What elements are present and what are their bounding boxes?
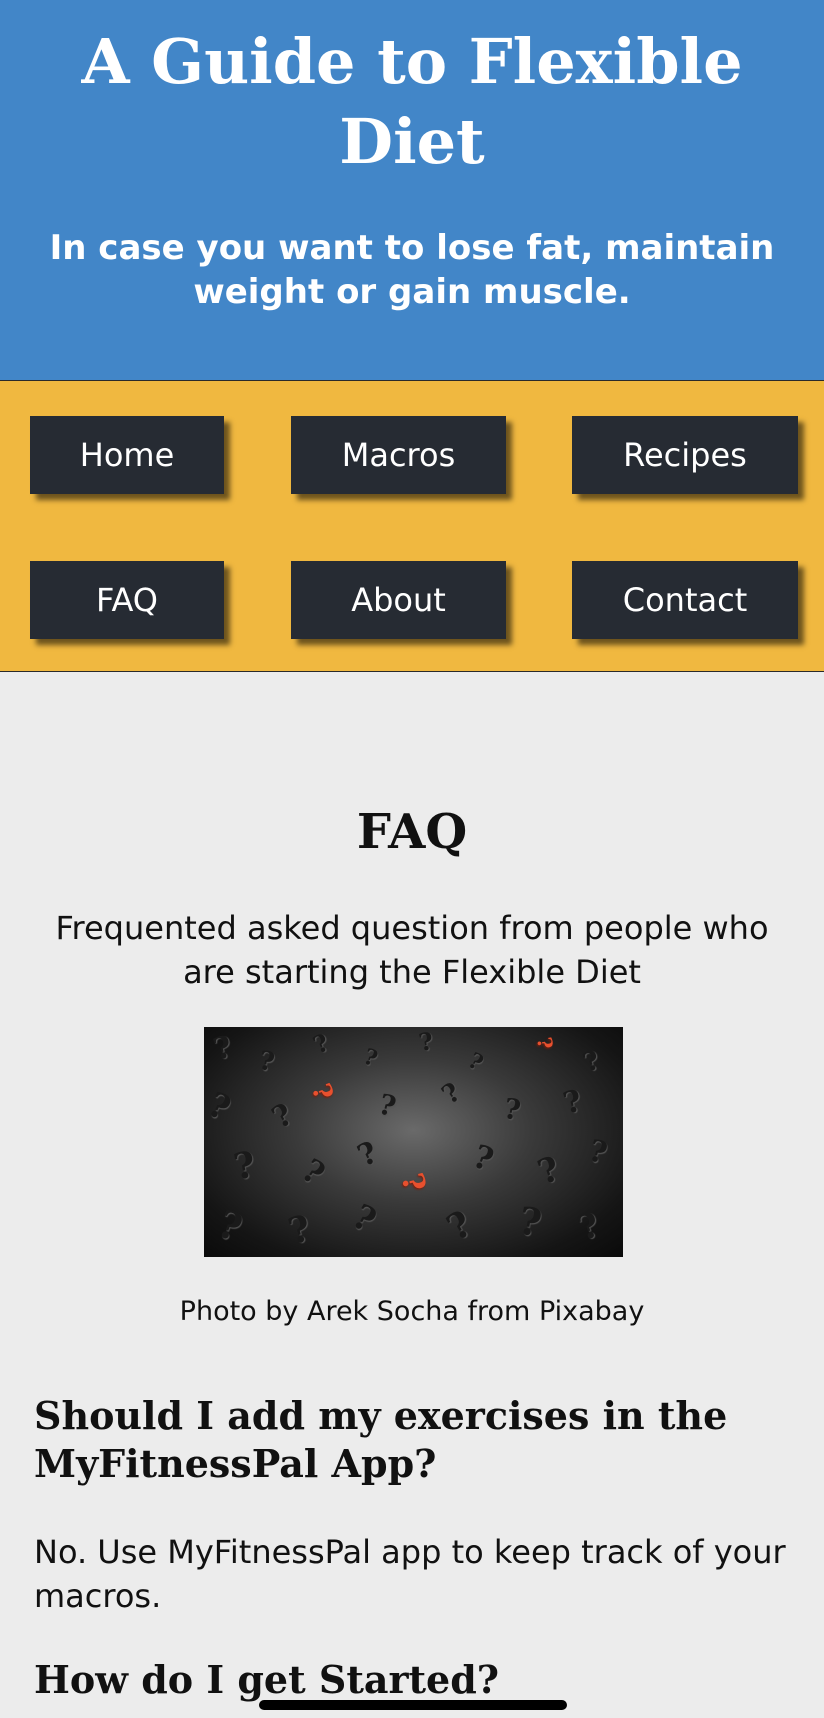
question-marks-photo: ? ? ? ? ? ? ? ? ? ? ? ? ? ? ? ? ? ? ? ? … [204, 1027, 623, 1257]
nav-contact-button[interactable]: Contact [572, 561, 798, 639]
photo-caption: Photo by Arek Socha from Pixabay [179, 1296, 645, 1327]
faq-question-exercises: Should I add my exercises in the MyFitne… [34, 1393, 728, 1486]
faq-answer-exercises: No. Use MyFitnessPal app to keep track o… [34, 1533, 786, 1615]
nav-about-button[interactable]: About [291, 561, 506, 639]
page-intro: Frequented asked question from people wh… [55, 909, 769, 991]
home-indicator[interactable] [259, 1700, 567, 1710]
nav-home-button[interactable]: Home [30, 416, 224, 494]
main-nav: Home Macros Recipes FAQ About Contact [0, 380, 824, 672]
nav-macros-button[interactable]: Macros [291, 416, 506, 494]
page-title: FAQ [356, 804, 468, 860]
site-title: A Guide to Flexible Diet [81, 25, 743, 178]
nav-faq-button[interactable]: FAQ [30, 561, 224, 639]
site-header: A Guide to Flexible Diet In case you wan… [0, 0, 824, 380]
faq-question-get-started: How do I get Started? [34, 1657, 500, 1702]
site-subtitle: In case you want to lose fat, maintain w… [49, 228, 775, 312]
nav-recipes-button[interactable]: Recipes [572, 416, 798, 494]
